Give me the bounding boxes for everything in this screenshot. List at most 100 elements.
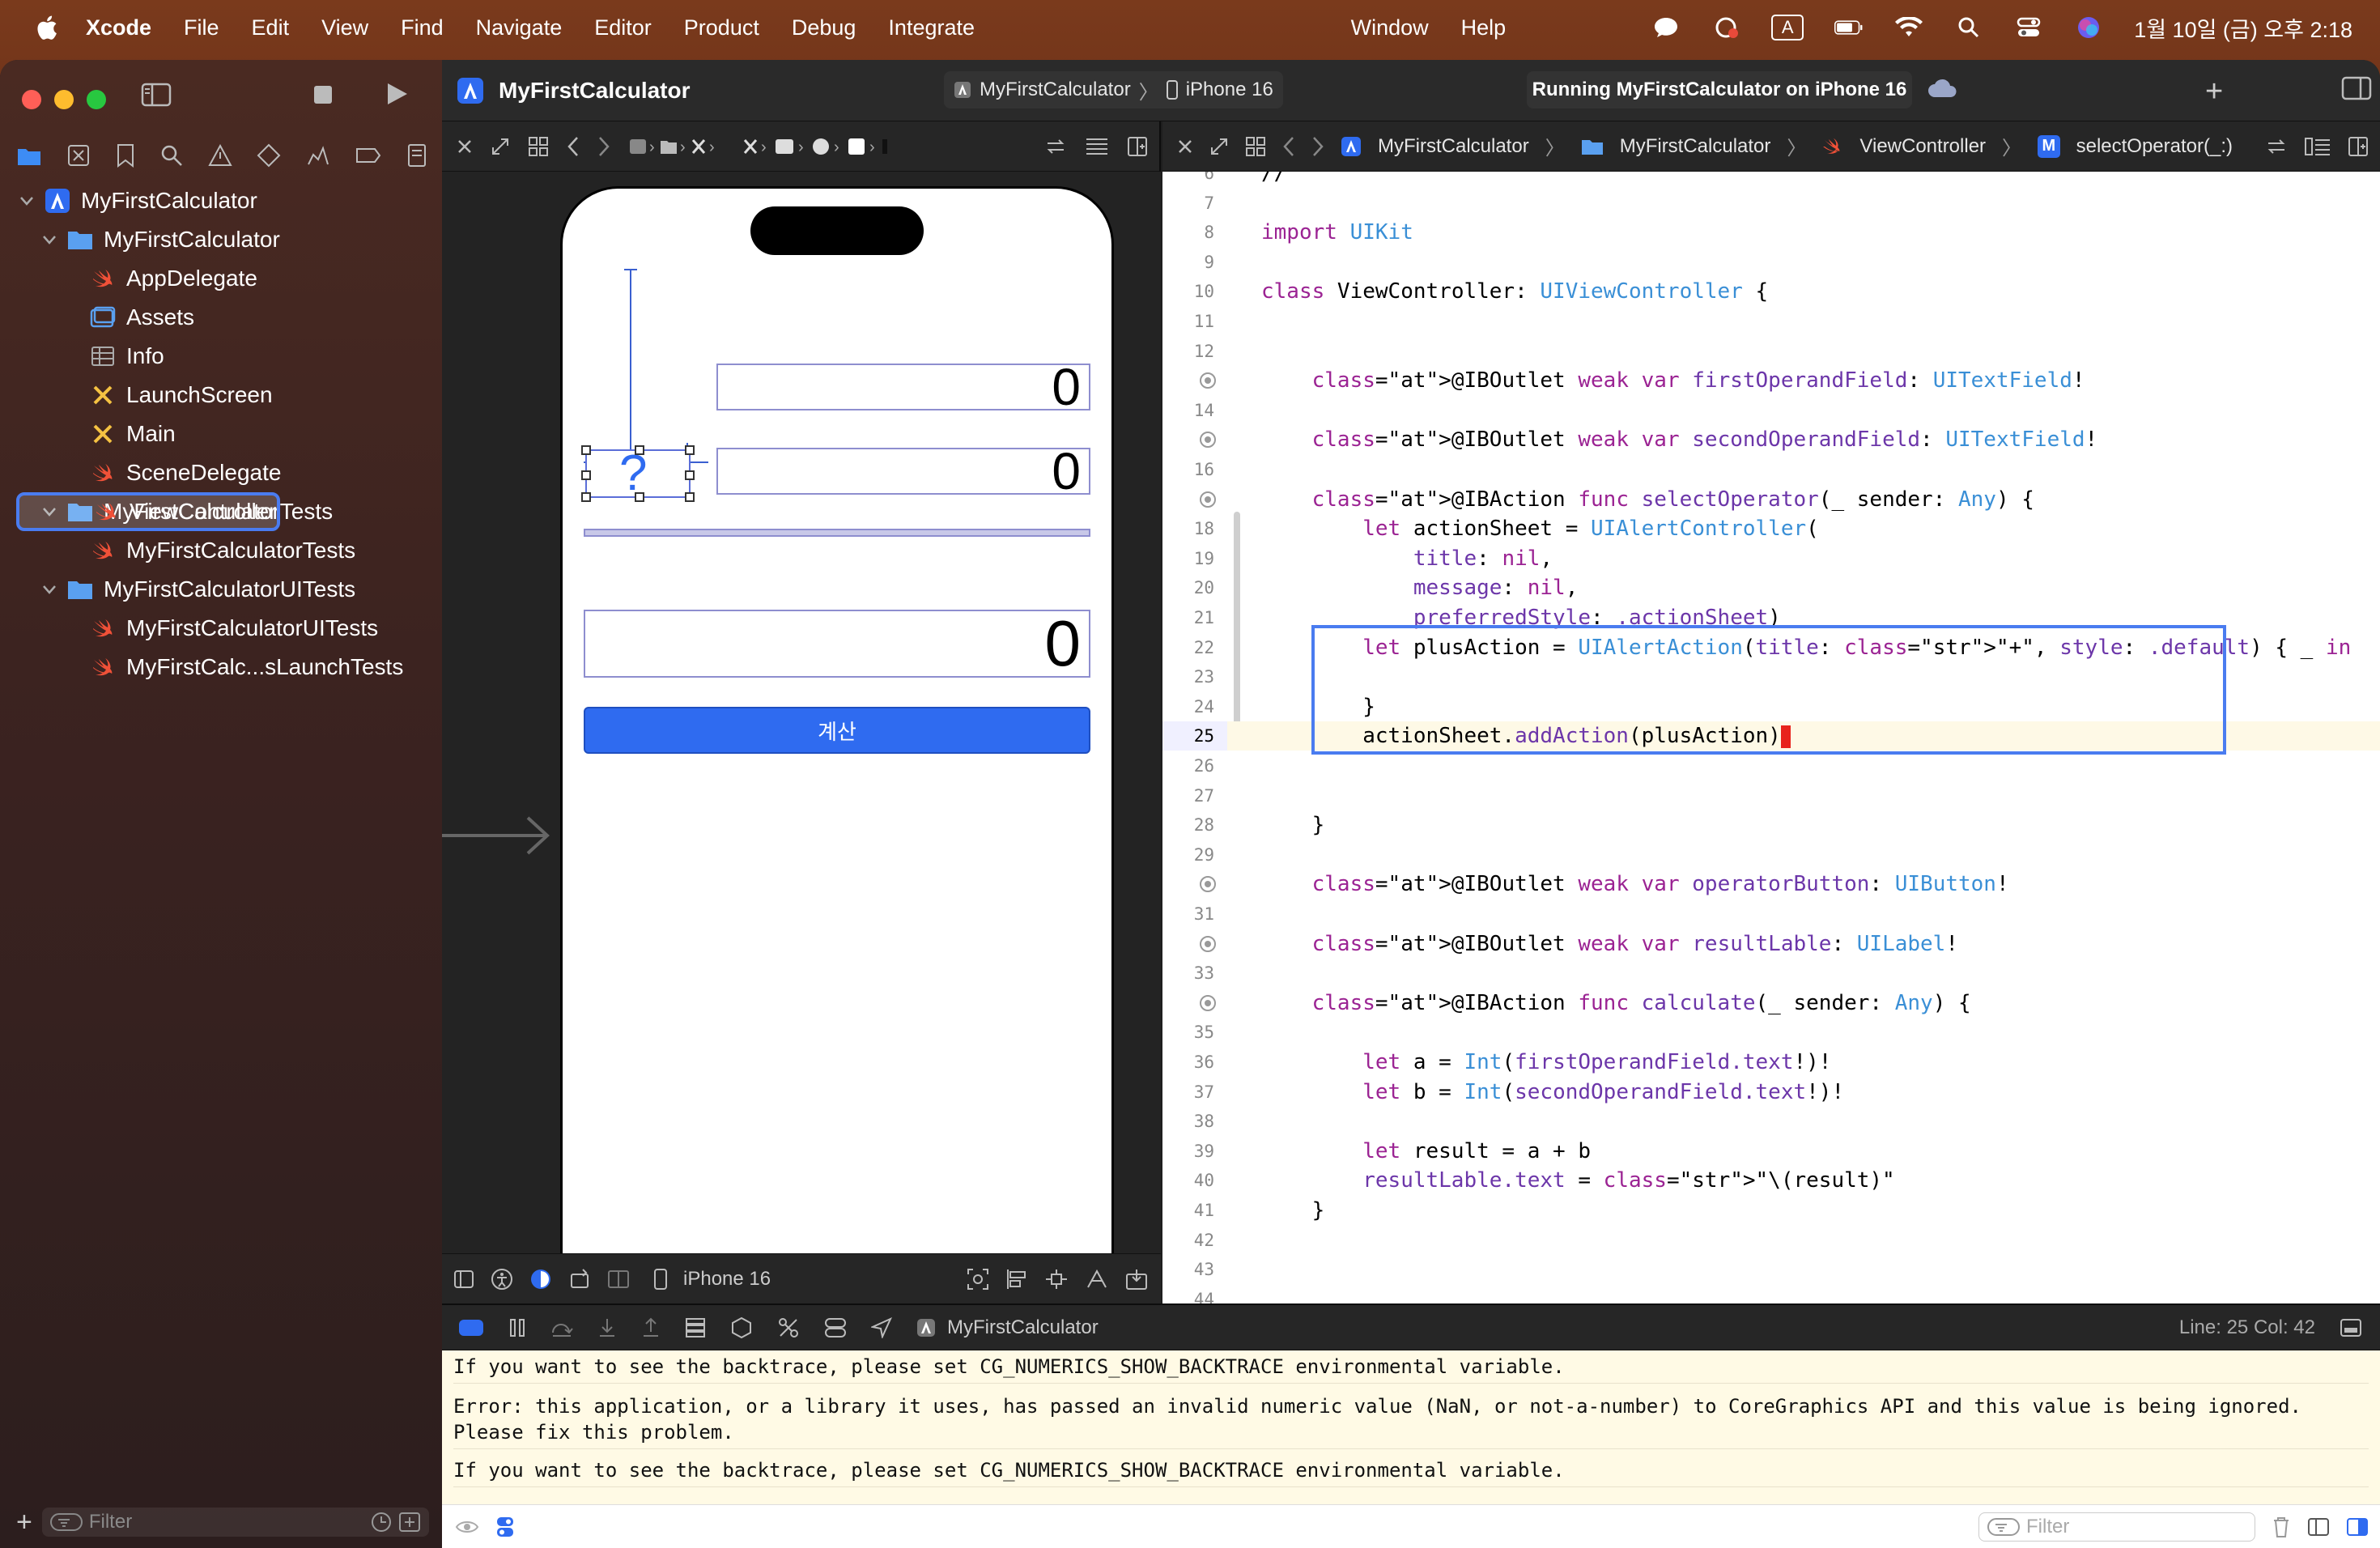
assistant-swap-icon[interactable] <box>1044 137 1067 156</box>
line-number[interactable]: 10 <box>1162 277 1227 306</box>
line-number[interactable]: 18 <box>1162 514 1227 543</box>
line-number[interactable]: 7 <box>1162 189 1227 218</box>
console-options-icon[interactable] <box>495 1516 515 1538</box>
line-number[interactable] <box>1162 425 1227 454</box>
step-over-icon[interactable] <box>550 1318 573 1337</box>
battery-icon[interactable] <box>1834 14 1864 41</box>
resize-handle[interactable] <box>685 492 695 502</box>
line-number[interactable]: 41 <box>1162 1196 1227 1225</box>
spotlight-search-icon[interactable] <box>1954 14 1983 41</box>
source-control-navigator-icon[interactable] <box>66 143 91 168</box>
breadcrumb-method[interactable]: selectOperator(_:) <box>2076 135 2233 158</box>
line-number[interactable] <box>1162 929 1227 959</box>
run-icon[interactable] <box>380 78 413 110</box>
creative-cloud-icon[interactable] <box>1711 14 1740 41</box>
close-window-button[interactable] <box>22 90 41 109</box>
storyboard-breadcrumb-icon[interactable]: › › › <box>628 136 725 157</box>
chevron-down-icon[interactable] <box>16 190 37 211</box>
menu-editor[interactable]: Editor <box>594 15 652 40</box>
resize-handle[interactable] <box>635 445 644 455</box>
menu-navigate[interactable]: Navigate <box>476 15 563 40</box>
breadcrumb-group[interactable]: MyFirstCalculator <box>1620 135 1771 158</box>
code-line[interactable]: } <box>1261 1196 1325 1225</box>
debug-navigator-icon[interactable] <box>305 143 331 168</box>
navigator-filter-field[interactable]: Filter <box>41 1508 429 1537</box>
location-arrow-icon[interactable] <box>871 1316 892 1338</box>
accessibility-icon[interactable] <box>491 1268 513 1291</box>
tree-row-group[interactable]: MyFirstCalculatorUITests <box>16 570 426 609</box>
line-number[interactable]: 43 <box>1162 1255 1227 1284</box>
add-constraints-icon[interactable] <box>1044 1268 1069 1291</box>
menu-product[interactable]: Product <box>684 15 759 40</box>
back-icon[interactable] <box>1282 136 1295 157</box>
align-icon[interactable] <box>1005 1268 1028 1291</box>
tree-row-file[interactable]: Assets <box>16 298 426 337</box>
editor-options-icon[interactable] <box>1085 137 1109 156</box>
breadcrumb-project[interactable]: MyFirstCalculator <box>1378 135 1529 158</box>
minimize-window-button[interactable] <box>54 90 74 109</box>
related-items-icon[interactable] <box>528 136 549 157</box>
outlet-connection-icon[interactable] <box>1200 876 1216 893</box>
second-operand-field[interactable]: 0 <box>716 445 1090 497</box>
outlet-connection-icon[interactable] <box>1200 935 1216 952</box>
resize-handle[interactable] <box>685 470 695 480</box>
project-navigator-icon[interactable] <box>16 144 42 167</box>
cloud-icon[interactable] <box>1927 78 1959 100</box>
recent-files-icon[interactable] <box>371 1512 392 1533</box>
document-outline-icon[interactable] <box>453 1269 474 1289</box>
simulate-location-icon[interactable] <box>824 1316 847 1339</box>
outlet-connection-icon[interactable] <box>1200 994 1216 1011</box>
code-line[interactable]: class="at">@IBOutlet weak var resultLabl… <box>1261 929 1958 959</box>
apple-menu-icon[interactable] <box>34 14 58 41</box>
calculate-button[interactable]: 계산 <box>584 707 1090 754</box>
code-line[interactable]: import UIKit <box>1261 218 1413 247</box>
source-control-filter-icon[interactable] <box>398 1512 421 1533</box>
step-into-icon[interactable] <box>597 1317 617 1338</box>
wifi-icon[interactable] <box>1894 14 1923 41</box>
tree-row-file[interactable]: LaunchScreen <box>16 376 426 415</box>
line-number[interactable]: 9 <box>1162 248 1227 277</box>
find-navigator-icon[interactable] <box>159 143 184 168</box>
line-number[interactable]: 22 <box>1162 633 1227 662</box>
toggle-navigator-icon[interactable] <box>139 79 173 110</box>
tree-row-file[interactable]: MyFirstCalculatorTests <box>16 531 426 570</box>
line-number[interactable]: 28 <box>1162 810 1227 840</box>
test-navigator-icon[interactable] <box>257 143 281 168</box>
code-line[interactable]: message: nil, <box>1261 573 1579 602</box>
outlet-connection-icon[interactable] <box>1200 432 1216 449</box>
forward-icon[interactable] <box>597 136 610 157</box>
line-number[interactable]: 38 <box>1162 1107 1227 1136</box>
line-number[interactable]: 40 <box>1162 1166 1227 1195</box>
line-number[interactable] <box>1162 366 1227 395</box>
resize-handle[interactable] <box>685 445 695 455</box>
resize-handle[interactable] <box>581 492 591 502</box>
debug-target[interactable]: MyFirstCalculator <box>947 1316 1099 1339</box>
zoom-to-fit-icon[interactable] <box>967 1268 989 1291</box>
expand-editor-icon[interactable] <box>491 137 510 156</box>
line-number[interactable]: 29 <box>1162 840 1227 870</box>
scene-breadcrumb-icon[interactable]: › › › › <box>743 136 954 157</box>
run-destination[interactable]: iPhone 16 <box>1186 79 1273 101</box>
add-editor-icon[interactable] <box>2348 136 2369 157</box>
code-line[interactable]: class="at">@IBAction func selectOperator… <box>1261 485 2034 514</box>
environment-overrides-icon[interactable] <box>777 1316 800 1339</box>
outlet-connection-icon[interactable] <box>1200 491 1216 508</box>
eye-icon[interactable] <box>455 1518 479 1536</box>
code-line[interactable]: let a = Int(firstOperandField.text!)! <box>1261 1048 1831 1077</box>
breakpoint-navigator-icon[interactable] <box>355 146 382 165</box>
siri-icon[interactable] <box>2074 14 2103 41</box>
menubar-clock[interactable]: 1월 10일 (금) 오후 2:18 <box>2134 12 2352 44</box>
debug-console[interactable]: If you want to see the backtrace, please… <box>442 1350 2380 1504</box>
editor-options-icon[interactable] <box>2304 137 2331 156</box>
view-hierarchy-icon[interactable] <box>685 1317 706 1338</box>
toggle-inspector-icon[interactable] <box>2341 76 2372 100</box>
tree-row-file[interactable]: Main <box>16 415 426 453</box>
line-number[interactable]: 39 <box>1162 1137 1227 1166</box>
code-line[interactable]: class="at">@IBOutlet weak var operatorBu… <box>1261 870 2009 899</box>
operator-button[interactable]: ? <box>581 445 695 502</box>
scheme-name[interactable]: MyFirstCalculator <box>980 79 1131 101</box>
code-line[interactable]: class="at">@IBOutlet weak var firstOpera… <box>1261 366 2085 395</box>
line-number[interactable] <box>1162 989 1227 1018</box>
input-source-indicator[interactable]: A <box>1771 15 1804 40</box>
code-line[interactable]: title: nil, <box>1261 544 1553 573</box>
